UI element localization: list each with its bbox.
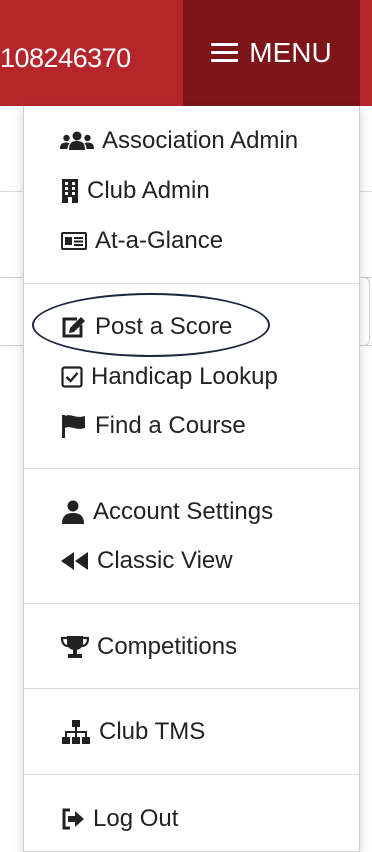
menu-item-club-tms[interactable]: Club TMS — [61, 712, 205, 752]
menu-item-label: At-a-Glance — [95, 227, 224, 254]
menu-item-classic-view[interactable]: Classic View — [61, 541, 233, 581]
menu-item-handicap-lookup[interactable]: Handicap Lookup — [61, 357, 278, 397]
menu-item-competitions[interactable]: Competitions — [61, 627, 237, 667]
menu-item-at-a-glance[interactable]: At-a-Glance — [61, 221, 223, 261]
menu-item-find-a-course[interactable]: Find a Course — [61, 406, 246, 446]
sitemap-icon — [61, 719, 91, 745]
menu-item-label: Association Admin — [102, 127, 299, 154]
trophy-icon — [61, 635, 89, 659]
menu-item-post-a-score[interactable]: Post a Score — [61, 307, 232, 347]
dropdown-menu: Association Admin Club Admin At-a-Glance — [23, 106, 360, 852]
menu-item-label: Find a Course — [95, 412, 246, 439]
menu-item-label: Club Admin — [87, 177, 210, 204]
backward-icon — [61, 552, 89, 570]
menu-divider — [24, 688, 359, 689]
menu-divider — [24, 468, 359, 469]
top-navbar: 108246370 MENU — [0, 0, 372, 106]
sign-out-icon — [61, 808, 85, 830]
menu-item-label: Handicap Lookup — [91, 363, 278, 390]
building-icon — [61, 179, 79, 203]
menu-item-label: Classic View — [97, 547, 233, 574]
menu-item-account-settings[interactable]: Account Settings — [61, 492, 273, 532]
users-icon — [60, 130, 94, 152]
menu-item-label: Club TMS — [99, 718, 206, 745]
menu-item-association-admin[interactable]: Association Admin — [60, 121, 298, 161]
menu-item-label: Competitions — [97, 633, 238, 660]
menu-divider — [24, 283, 359, 284]
flag-icon — [61, 414, 87, 438]
menu-item-log-out[interactable]: Log Out — [61, 799, 178, 839]
menu-button[interactable]: MENU — [183, 0, 360, 106]
menu-divider — [24, 603, 359, 604]
menu-item-label: Log Out — [93, 805, 179, 832]
edit-icon — [61, 315, 87, 339]
menu-item-label: Account Settings — [93, 498, 274, 525]
menu-divider — [24, 774, 359, 775]
menu-button-label: MENU — [249, 37, 332, 68]
hamburger-icon — [211, 43, 239, 63]
check-square-icon — [61, 366, 83, 388]
id-card-icon — [61, 231, 87, 251]
user-icon — [61, 500, 85, 524]
member-id: 108246370 — [0, 43, 131, 73]
menu-item-label: Post a Score — [95, 313, 233, 340]
menu-item-club-admin[interactable]: Club Admin — [61, 171, 210, 211]
